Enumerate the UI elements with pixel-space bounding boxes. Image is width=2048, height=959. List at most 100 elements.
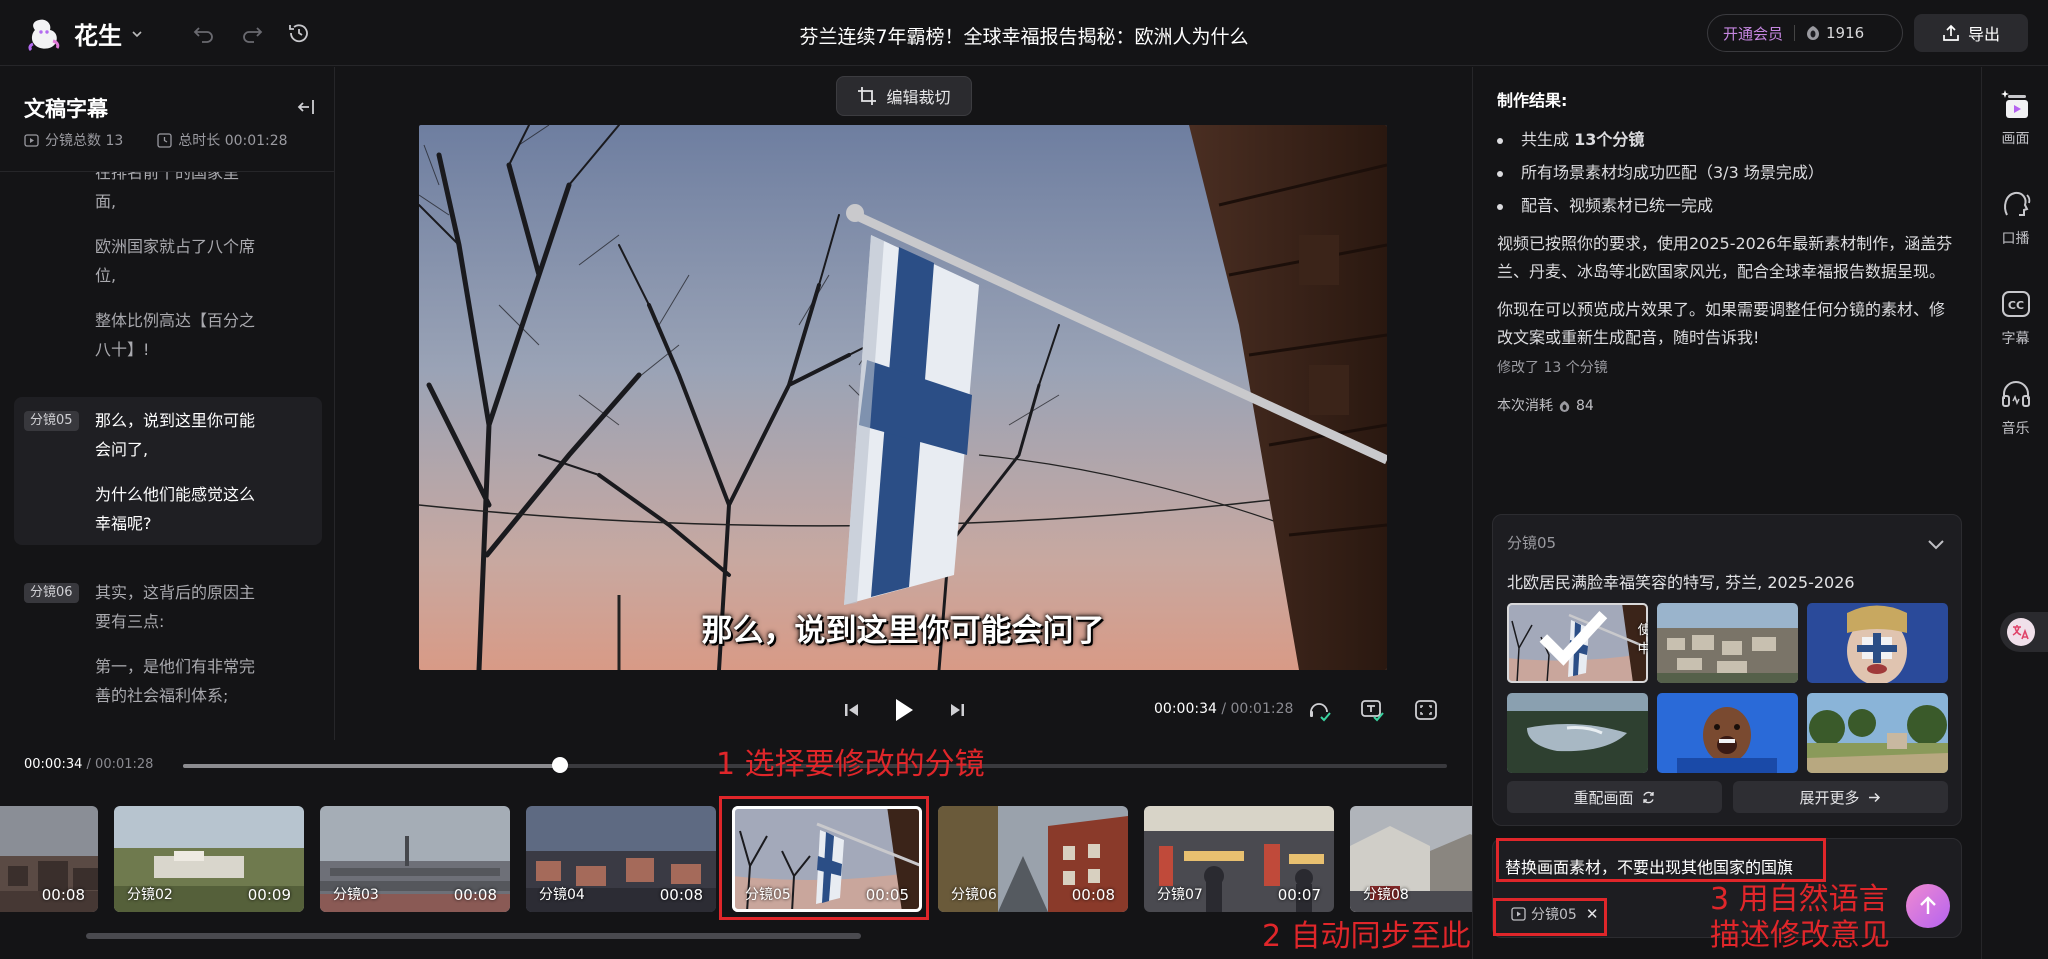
in-use-badge: 使用中 bbox=[1513, 603, 1648, 678]
play-icon[interactable] bbox=[887, 694, 919, 726]
next-scene-icon[interactable] bbox=[944, 697, 970, 723]
top-bar: 花生 芬兰连续7年霸榜！全球幸福报告揭秘：欧洲人为什么 开通会员 1916 导出 bbox=[0, 0, 2048, 66]
subtitle-segment[interactable]: 第一，是他们有非常完 善的社会福利体系; bbox=[95, 652, 275, 710]
clip-duration: 00:08 bbox=[41, 886, 85, 904]
picture-stack-icon bbox=[2000, 90, 2028, 118]
video-preview[interactable]: 那么，说到这里你可能会问了 bbox=[419, 125, 1387, 670]
clip-duration: 00:05 bbox=[865, 886, 909, 904]
export-button[interactable]: 导出 bbox=[1914, 14, 2028, 52]
cc-icon: CC bbox=[2001, 291, 2030, 317]
subtitle-segment-active[interactable]: 那么，说到这里你可能 会问了, bbox=[95, 406, 275, 464]
player-time: 00:00:34 / 00:01:28 bbox=[1154, 701, 1294, 717]
remove-chip-icon[interactable]: ✕ bbox=[1586, 905, 1599, 923]
scene-clip[interactable]: 分镜03 00:08 bbox=[320, 806, 510, 912]
material-option[interactable] bbox=[1807, 603, 1948, 683]
tool-rail: 画面 口播 CC 字幕 音乐 bbox=[1981, 67, 2048, 959]
translate-float-button[interactable] bbox=[2000, 612, 2048, 652]
divider bbox=[1794, 25, 1796, 41]
annotation-step1: 1 选择要修改的分镜 bbox=[716, 747, 985, 782]
fullscreen-icon[interactable] bbox=[1413, 697, 1439, 723]
material-option[interactable] bbox=[1807, 693, 1948, 773]
undo-icon[interactable] bbox=[191, 20, 217, 46]
rail-caption[interactable]: CC 字幕 bbox=[1982, 287, 2048, 348]
chevron-down-icon[interactable] bbox=[1925, 533, 1947, 555]
scene-clip-selected[interactable]: 分镜05 00:05 bbox=[732, 806, 922, 912]
expand-more-button[interactable]: 展开更多 bbox=[1733, 781, 1948, 813]
history-icon[interactable] bbox=[286, 20, 312, 46]
rail-music[interactable]: 音乐 bbox=[1982, 377, 2048, 438]
open-membership-link[interactable]: 开通会员 bbox=[1723, 23, 1783, 44]
voice-check-icon[interactable] bbox=[1306, 697, 1332, 723]
result-message: 制作结果: 共生成 13个分镜 所有场景素材均成功匹配（3/3 场景完成） 配音… bbox=[1497, 87, 1957, 420]
material-option[interactable] bbox=[1657, 693, 1798, 773]
timeline-playhead[interactable] bbox=[551, 757, 568, 773]
clip-duration: 00:07 bbox=[1277, 886, 1321, 904]
previous-scene-icon[interactable] bbox=[839, 697, 865, 723]
collapse-panel-icon[interactable] bbox=[296, 97, 316, 117]
scene-reference-chip[interactable]: 分镜05 ✕ bbox=[1505, 901, 1604, 927]
park-thumbnail bbox=[1807, 693, 1948, 773]
brand-menu[interactable]: 花生 bbox=[26, 16, 144, 51]
rematch-picture-button[interactable]: 重配画面 bbox=[1507, 781, 1722, 813]
upload-icon bbox=[1943, 24, 1959, 41]
send-button[interactable] bbox=[1906, 884, 1950, 928]
result-item: 所有场景素材均成功匹配（3/3 场景完成） bbox=[1497, 156, 1957, 189]
video-subtitle: 那么，说到这里你可能会问了 bbox=[701, 613, 1105, 649]
credit-cost: 本次消耗 84 bbox=[1497, 398, 1594, 414]
edit-crop-label: 编辑裁切 bbox=[886, 88, 951, 107]
timeline-time: 00:00:34 / 00:01:28 bbox=[24, 757, 154, 772]
scene-tag-05[interactable]: 分镜05 bbox=[24, 411, 79, 431]
peanut-logo-icon bbox=[28, 19, 60, 51]
video-frame-icon bbox=[24, 133, 39, 147]
material-option[interactable] bbox=[1657, 603, 1798, 683]
subtitle-segment[interactable]: 整体比例高达【百分之 八十】! bbox=[95, 306, 275, 364]
subtitle-segment[interactable]: 在排名前十的国家里 面, bbox=[95, 172, 275, 216]
scene-clip[interactable]: 分镜07 00:07 bbox=[1144, 806, 1334, 912]
rail-picture[interactable]: 画面 bbox=[1982, 87, 2048, 148]
rail-voice[interactable]: 口播 bbox=[1982, 187, 2048, 248]
script-subtitle-panel: 文稿字幕 分镜总数 13 总时长 00:01:28 在排名前十的国家里 面, 欧洲… bbox=[0, 67, 335, 740]
result-heading: 制作结果: bbox=[1497, 91, 1568, 110]
flag-scene-image bbox=[419, 125, 1387, 670]
subtitle-segment[interactable]: 其实，这背后的原因主 要有三点: bbox=[95, 578, 275, 636]
result-paragraph: 视频已按照你的要求，使用2025-2026年最新素材制作，涵盖芬兰、丹麦、冰岛等… bbox=[1497, 234, 1953, 281]
subtitle-segment[interactable]: 欧洲国家就占了八个席 位, bbox=[95, 232, 275, 290]
scene-material-card: 分镜05 北欧居民满脸幸福笑容的特写, 芬兰, 2025-2026 使用中 重配… bbox=[1492, 514, 1962, 826]
arrow-right-icon bbox=[1868, 792, 1880, 802]
face-paint-thumbnail bbox=[1807, 603, 1948, 683]
material-option-in-use[interactable]: 使用中 bbox=[1507, 603, 1648, 683]
clip-label: 分镜02 bbox=[127, 887, 173, 903]
strip-scrollbar[interactable] bbox=[86, 933, 861, 939]
credit-balance: 1916 bbox=[1826, 24, 1865, 42]
clip-label: 分镜05 bbox=[745, 887, 791, 903]
redo-icon[interactable] bbox=[239, 20, 265, 46]
refresh-icon bbox=[1642, 791, 1654, 803]
video-frame-icon bbox=[1511, 907, 1526, 921]
scene-clip[interactable]: 分镜04 00:08 bbox=[526, 806, 716, 912]
clip-duration: 00:08 bbox=[1071, 886, 1115, 904]
timeline-progress bbox=[183, 764, 560, 768]
material-option[interactable] bbox=[1507, 693, 1648, 773]
scene-description: 北欧居民满脸幸福笑容的特写, 芬兰, 2025-2026 bbox=[1507, 573, 1855, 592]
export-label: 导出 bbox=[1967, 25, 2000, 44]
total-duration: 总时长 00:01:28 bbox=[178, 133, 288, 149]
cheering-fan-thumbnail bbox=[1657, 693, 1798, 773]
scene-clip[interactable]: 00:08 bbox=[0, 806, 98, 912]
subtitle-segment-active[interactable]: 为什么他们能感觉这么 幸福呢? bbox=[95, 480, 275, 538]
headphones-icon bbox=[2001, 381, 2030, 407]
membership-pill: 开通会员 1916 bbox=[1707, 14, 1903, 52]
caption-check-icon[interactable] bbox=[1359, 697, 1385, 723]
brand-name: 花生 bbox=[74, 22, 122, 50]
message-input[interactable]: 替换画面素材，不要出现其他国家的国旗 bbox=[1501, 849, 1797, 883]
clip-label: 分镜06 bbox=[951, 887, 997, 903]
scene-tag-06[interactable]: 分镜06 bbox=[24, 583, 79, 603]
subtitle-list[interactable]: 在排名前十的国家里 面, 欧洲国家就占了八个席 位, 整体比例高达【百分之 八十】! … bbox=[0, 172, 334, 740]
scene-strip[interactable]: 00:08 分镜02 00:09 分镜03 00:08 分镜04 00:08 分… bbox=[0, 803, 1472, 913]
scene-clip[interactable]: 分镜08 bbox=[1350, 806, 1472, 912]
edit-crop-button[interactable]: 编辑裁切 bbox=[836, 76, 972, 116]
scene-clip[interactable]: 分镜06 00:08 bbox=[938, 806, 1128, 912]
translate-icon bbox=[2007, 618, 2035, 646]
city-aerial-thumbnail bbox=[1657, 603, 1798, 683]
scene-clip[interactable]: 分镜02 00:09 bbox=[114, 806, 304, 912]
clip-duration: 00:08 bbox=[453, 886, 497, 904]
